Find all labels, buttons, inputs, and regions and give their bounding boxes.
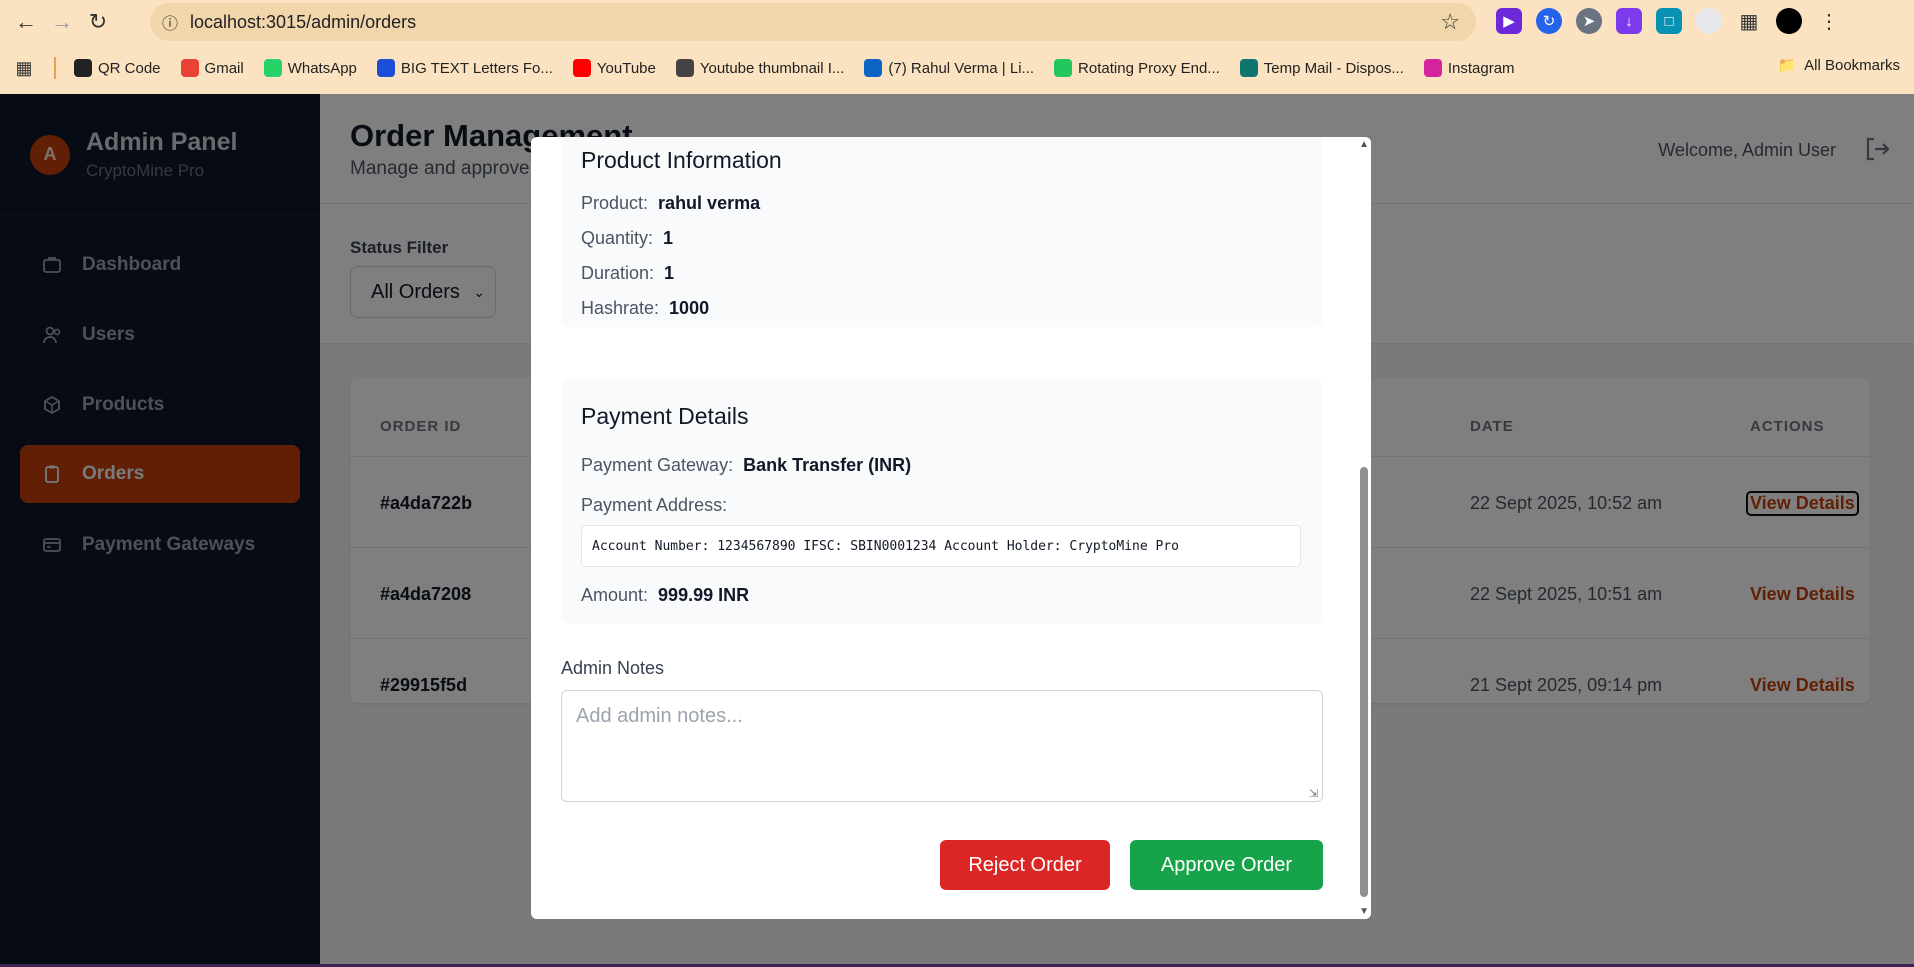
amount-label: Amount: xyxy=(581,585,649,605)
reload-icon[interactable]: ↻ xyxy=(80,4,116,40)
thumbnail-icon xyxy=(675,59,694,77)
scroll-down-icon[interactable]: ▼ xyxy=(1359,906,1369,917)
resize-grip-icon[interactable]: ⇲ xyxy=(1309,787,1318,800)
admin-notes-label: Admin Notes xyxy=(561,658,665,678)
amount-value: 999.99 INR xyxy=(658,585,750,605)
bookmark-label: Youtube thumbnail I... xyxy=(699,59,845,77)
bookmark-item[interactable]: BIG TEXT Letters Fo... xyxy=(376,59,553,77)
payment-address-box: Account Number: 1234567890 IFSC: SBIN000… xyxy=(581,525,1301,567)
youtube-icon xyxy=(572,59,591,77)
extension-bag-icon[interactable]: □ xyxy=(1656,8,1682,34)
whatsapp-icon xyxy=(263,59,282,77)
reject-order-button[interactable]: Reject Order xyxy=(940,840,1110,890)
heart-icon xyxy=(376,59,395,77)
bookmark-item[interactable]: QR Code xyxy=(74,59,161,77)
hashrate-value: 1000 xyxy=(669,298,710,318)
bookmark-item[interactable]: YouTube xyxy=(572,59,656,77)
duration-value: 1 xyxy=(664,263,675,283)
extensions-puzzle-icon[interactable]: ▦ xyxy=(1736,8,1762,34)
extension-share-icon[interactable]: ↻ xyxy=(1536,8,1562,34)
quantity-row: Quantity: 1 xyxy=(581,228,673,249)
bookmark-item[interactable]: Instagram xyxy=(1423,59,1515,77)
url-text: localhost:3015/admin/orders xyxy=(190,11,417,32)
bookmark-label: Rotating Proxy End... xyxy=(1078,59,1220,77)
all-bookmarks-folder[interactable]: 📁 All Bookmarks xyxy=(1777,56,1900,75)
forward-icon[interactable]: → xyxy=(44,4,80,40)
quantity-value: 1 xyxy=(663,228,674,248)
bookmark-item[interactable]: (7) Rahul Verma | Li... xyxy=(864,59,1034,77)
scroll-up-icon[interactable]: ▲ xyxy=(1359,139,1369,150)
address-bar[interactable]: ⓘ localhost:3015/admin/orders ☆ xyxy=(150,3,1476,41)
bookmark-item[interactable]: WhatsApp xyxy=(263,59,357,77)
bookmark-item[interactable]: Gmail xyxy=(180,59,244,77)
profile-avatar[interactable] xyxy=(1776,8,1802,34)
qr-icon xyxy=(74,59,92,77)
bookmark-label: Gmail xyxy=(204,59,244,77)
hashrate-row: Hashrate: 1000 xyxy=(581,298,709,319)
bookmark-item[interactable]: Youtube thumbnail I... xyxy=(675,59,845,77)
instagram-icon xyxy=(1423,59,1442,77)
site-info-icon[interactable]: ⓘ xyxy=(150,10,190,34)
bookmark-label: WhatsApp xyxy=(287,59,357,77)
back-icon[interactable]: ← xyxy=(8,4,44,40)
product-label: Product: xyxy=(581,193,649,213)
bookmark-label: Instagram xyxy=(1447,59,1515,77)
linkedin-icon xyxy=(864,59,883,77)
folder-icon: 📁 xyxy=(1777,57,1797,74)
bookmark-label: Temp Mail - Dispos... xyxy=(1263,59,1404,77)
product-row: Product: rahul verma xyxy=(581,193,760,214)
bookmark-list: QR Code Gmail WhatsApp BIG TEXT Letters Fo.… xyxy=(74,59,1535,77)
payment-gateway-label: Payment Gateway: xyxy=(581,455,734,475)
bookmark-star-icon[interactable]: ☆ xyxy=(1440,9,1460,35)
bookmarks-bar: ▦ QR Code Gmail WhatsApp BIG TEXT Letters F… xyxy=(0,50,1914,86)
browser-toolbar: ← → ↻ ⓘ localhost:3015/admin/orders ☆ ▶ … xyxy=(0,0,1914,94)
gmail-icon xyxy=(180,59,199,77)
payment-details-title: Payment Details xyxy=(581,403,749,429)
product-value: rahul verma xyxy=(658,193,761,213)
bookmark-label: (7) Rahul Verma | Li... xyxy=(888,59,1035,77)
extensions-bar: ▶ ↻ ➤ ↓ □ ▦ ⋮ xyxy=(1496,8,1842,34)
bookmark-item[interactable]: Temp Mail - Dispos... xyxy=(1239,59,1404,77)
menu-kebab-icon[interactable]: ⋮ xyxy=(1816,8,1842,34)
bookmark-label: BIG TEXT Letters Fo... xyxy=(400,59,553,77)
product-information-card: Product Information Product: rahul verma… xyxy=(561,137,1323,327)
duration-label: Duration: xyxy=(581,263,655,283)
payment-gateway-row: Payment Gateway: Bank Transfer (INR) xyxy=(581,455,911,476)
bookmark-label: QR Code xyxy=(98,59,161,77)
extension-download-icon[interactable]: ↓ xyxy=(1616,8,1642,34)
hashrate-label: Hashrate: xyxy=(581,298,660,318)
scrollbar-thumb[interactable] xyxy=(1360,467,1368,897)
payment-address-label: Payment Address: xyxy=(581,495,728,515)
approve-order-button[interactable]: Approve Order xyxy=(1130,840,1323,890)
order-details-modal: Product Information Product: rahul verma… xyxy=(531,137,1371,919)
bookmark-label: YouTube xyxy=(596,59,656,77)
proxy-icon xyxy=(1054,59,1073,77)
duration-row: Duration: 1 xyxy=(581,263,674,284)
modal-scrollbar[interactable]: ▲ ▼ xyxy=(1357,137,1371,919)
amount-row: Amount: 999.99 INR xyxy=(581,585,749,606)
apps-grid-icon[interactable]: ▦ xyxy=(6,50,42,86)
extension-send-icon[interactable]: ➤ xyxy=(1576,8,1602,34)
product-information-title: Product Information xyxy=(581,147,782,173)
quantity-label: Quantity: xyxy=(581,228,654,248)
payment-details-card: Payment Details Payment Gateway: Bank Tr… xyxy=(561,379,1323,624)
all-bookmarks-label: All Bookmarks xyxy=(1804,56,1900,74)
extension-video-icon[interactable]: ▶ xyxy=(1496,8,1522,34)
admin-notes-input[interactable] xyxy=(561,690,1323,802)
bookmark-item[interactable]: Rotating Proxy End... xyxy=(1054,59,1220,77)
tempmail-icon xyxy=(1239,59,1258,77)
payment-gateway-value: Bank Transfer (INR) xyxy=(743,455,912,475)
bookmarks-divider xyxy=(54,57,56,79)
extension-cloud-icon[interactable] xyxy=(1696,8,1722,34)
